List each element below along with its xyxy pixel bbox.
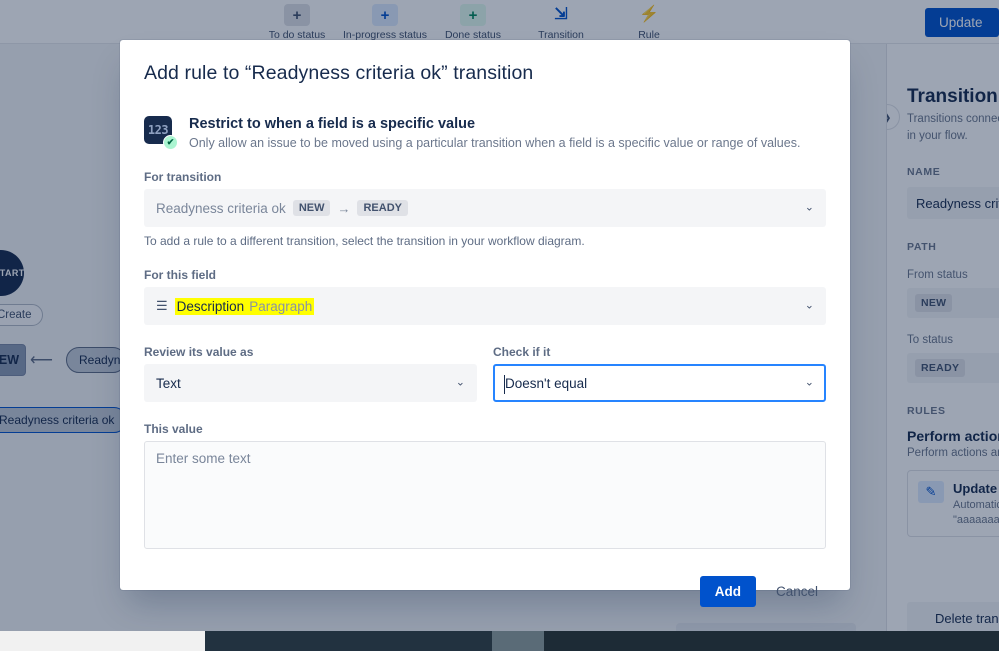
review-as-value: Text xyxy=(156,375,181,391)
number-field-check-icon: 123 ✔ xyxy=(144,116,178,150)
rule-summary: 123 ✔ Restrict to when a field is a spec… xyxy=(144,116,826,150)
to-status-badge: READY xyxy=(357,200,408,216)
add-button[interactable]: Add xyxy=(699,576,756,607)
for-transition-group: For transition Readyness criteria ok NEW… xyxy=(144,170,826,248)
rule-description: Only allow an issue to be moved using a … xyxy=(189,136,801,150)
chevron-down-icon: ⌄ xyxy=(455,376,465,389)
check-if-select[interactable]: Doesn't equal ⌄ xyxy=(493,364,826,402)
for-transition-helper-text: To add a rule to a different transition,… xyxy=(144,234,585,248)
from-status-badge: NEW xyxy=(292,200,331,216)
review-as-group: Review its value as Text ⌄ xyxy=(144,345,477,402)
for-transition-value: Readyness criteria ok NEW → READY xyxy=(156,200,408,216)
field-highlight: Description Paragraph xyxy=(174,297,315,315)
paragraph-lines-icon: ☰ xyxy=(156,298,168,313)
this-value-group: This value xyxy=(144,422,826,554)
for-transition-label: For transition xyxy=(144,170,222,184)
chevron-down-icon: ⌄ xyxy=(804,299,814,312)
taskbar-segment-a[interactable] xyxy=(0,631,205,651)
cancel-button[interactable]: Cancel xyxy=(768,576,826,607)
text-caret xyxy=(504,375,505,394)
field-name: Description xyxy=(176,298,245,314)
taskbar-segment-c[interactable] xyxy=(492,631,544,651)
field-type: Paragraph xyxy=(249,298,313,314)
for-field-label: For this field xyxy=(144,268,216,282)
check-badge-icon: ✔ xyxy=(163,135,178,150)
this-value-label: This value xyxy=(144,422,203,436)
condition-row: Review its value as Text ⌄ Check if it D… xyxy=(144,345,826,402)
taskbar-segment-b[interactable] xyxy=(205,631,492,651)
check-if-group: Check if it Doesn't equal ⌄ xyxy=(493,345,826,402)
os-taskbar[interactable] xyxy=(0,631,999,651)
for-transition-select: Readyness criteria ok NEW → READY ⌄ xyxy=(144,189,826,227)
check-if-label: Check if it xyxy=(493,345,551,359)
this-value-textarea[interactable] xyxy=(144,441,826,549)
review-as-select[interactable]: Text ⌄ xyxy=(144,364,477,402)
dialog-footer: Add Cancel xyxy=(144,576,826,607)
for-field-select[interactable]: ☰ Description Paragraph ⌄ xyxy=(144,287,826,325)
add-rule-dialog: Add rule to “Readyness criteria ok” tran… xyxy=(120,40,850,607)
chevron-down-icon: ⌄ xyxy=(804,376,814,389)
dialog-title: Add rule to “Readyness criteria ok” tran… xyxy=(144,62,534,84)
transition-name-text: Readyness criteria ok xyxy=(156,200,286,216)
check-if-value: Doesn't equal xyxy=(505,375,588,391)
for-field-group: For this field ☰ Description Paragraph ⌄ xyxy=(144,268,826,325)
arrow-right-icon: → xyxy=(337,200,351,216)
review-as-label: Review its value as xyxy=(144,345,254,359)
rule-title: Restrict to when a field is a specific v… xyxy=(189,116,476,132)
taskbar-segment-d[interactable] xyxy=(544,631,999,651)
chevron-down-icon: ⌄ xyxy=(804,201,814,214)
app-root: + To do status + In-progress status + Do… xyxy=(0,0,999,651)
